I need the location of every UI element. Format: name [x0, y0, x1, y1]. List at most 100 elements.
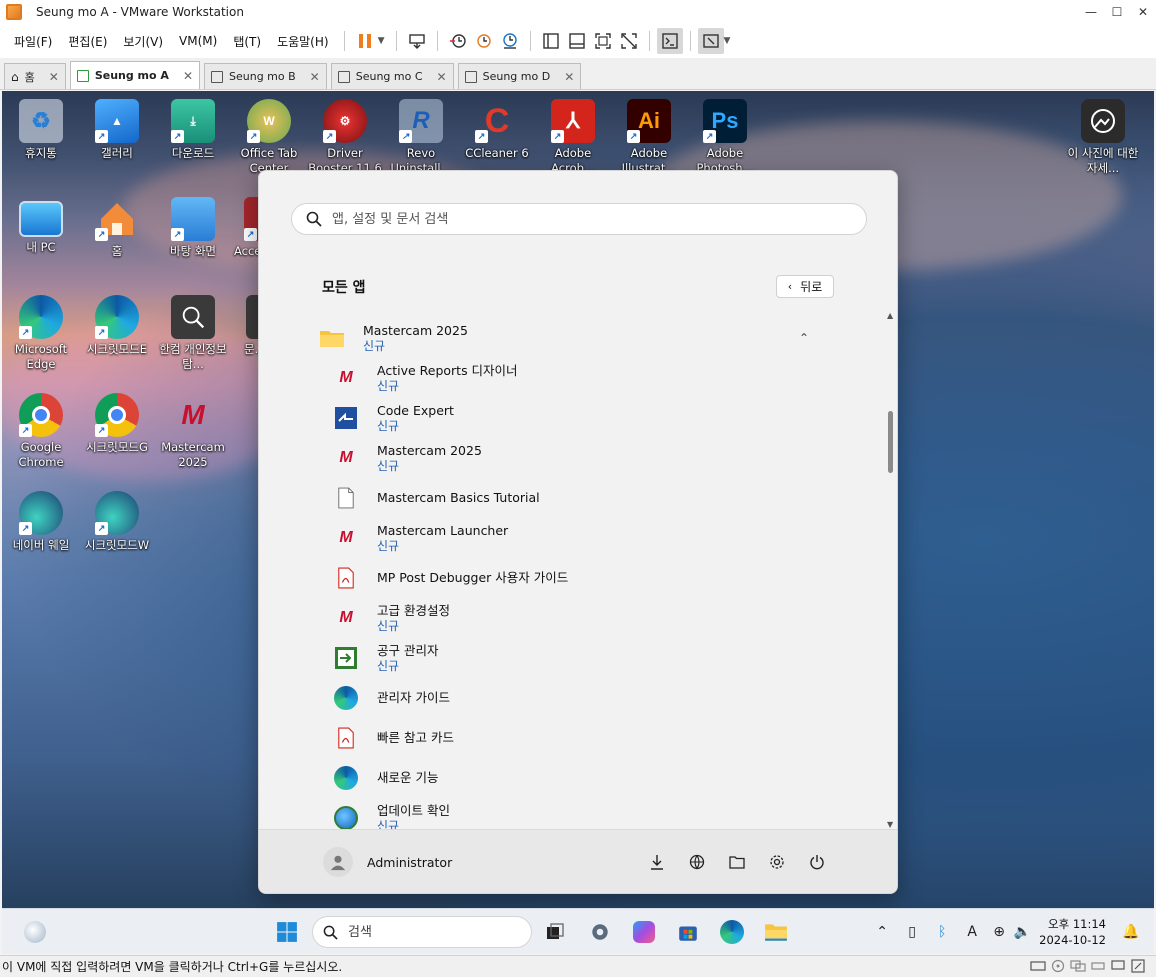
- all-apps-list[interactable]: Mastercam 2025 신규 ⌃ M Active Reports 디자이…: [259, 311, 885, 829]
- send-ctrl-alt-del-button[interactable]: [404, 28, 430, 54]
- app-tool-manager[interactable]: 공구 관리자 신규: [333, 639, 863, 677]
- widgets-button[interactable]: [18, 916, 52, 948]
- scrollbar-thumb[interactable]: [888, 411, 893, 473]
- show-hidden-icons-chevron-icon[interactable]: ⌃: [867, 924, 897, 940]
- desktop-icon-desktop-folder[interactable]: ↗ 바탕 화면: [156, 197, 230, 259]
- console-view-button[interactable]: [656, 28, 683, 54]
- chevron-up-icon[interactable]: ⌃: [799, 331, 809, 345]
- start-search-input[interactable]: [332, 211, 832, 227]
- taskbar-search-input[interactable]: [348, 924, 508, 940]
- desktop-icon-mastercam[interactable]: M Mastercam 2025: [156, 393, 230, 470]
- close-button[interactable]: ✕: [1130, 0, 1156, 24]
- desktop-icon-downloads[interactable]: ⤓ ↗ 다운로드: [156, 99, 230, 161]
- taskbar-clock[interactable]: 오후 11:14 2024-10-12: [1039, 916, 1106, 948]
- desktop-icon-driver-booster[interactable]: ⚙ ↗ Driver Booster 11.6: [308, 99, 382, 176]
- hard-disk-icon[interactable]: [1028, 959, 1048, 973]
- desktop-icon-naver-whale[interactable]: ↗ 네이버 웨일: [4, 491, 78, 553]
- take-snapshot-button[interactable]: [445, 28, 471, 54]
- unity-mode-button[interactable]: [616, 28, 642, 54]
- snapshot-manager-button[interactable]: [497, 28, 523, 54]
- back-button[interactable]: ‹ 뒤로: [776, 275, 834, 298]
- desktop-icon-acrobat[interactable]: ⅄ ↗ Adobe Acrob...: [536, 99, 610, 176]
- scroll-up-icon[interactable]: ▲: [887, 311, 893, 320]
- ime-mode-icon[interactable]: A: [957, 924, 987, 940]
- taskbar-copilot-button[interactable]: [627, 916, 661, 948]
- menu-vm[interactable]: VM(M): [171, 34, 225, 48]
- maximize-button[interactable]: ☐: [1104, 0, 1130, 24]
- taskbar-store-button[interactable]: [671, 916, 705, 948]
- scroll-down-icon[interactable]: ▼: [887, 820, 893, 829]
- app-advanced-settings[interactable]: M 고급 환경설정 신규: [333, 599, 863, 637]
- desktop-icon-home[interactable]: ↗ 홈: [80, 197, 154, 259]
- bluetooth-icon[interactable]: ᛒ: [927, 924, 957, 940]
- app-code-expert[interactable]: Code Expert 신규: [333, 399, 863, 437]
- user-account-button[interactable]: Administrator: [323, 847, 452, 877]
- app-active-reports-designer[interactable]: M Active Reports 디자이너 신규: [333, 359, 863, 397]
- close-tab-icon[interactable]: ✕: [564, 70, 574, 84]
- display-icon[interactable]: [1108, 959, 1128, 973]
- desktop-icon-ccleaner[interactable]: C ↗ CCleaner 6: [460, 99, 534, 161]
- menu-edit[interactable]: 편집(E): [60, 33, 115, 50]
- full-screen-button[interactable]: [590, 28, 616, 54]
- desktop-icon-chrome-private[interactable]: ↗ 시크릿모드G: [80, 393, 154, 455]
- stretch-guest-button[interactable]: [697, 28, 724, 54]
- menu-view[interactable]: 보기(V): [115, 33, 171, 50]
- desktop-icon-recycle-bin[interactable]: ♻ 휴지통: [4, 99, 78, 161]
- desktop-icon-edge-private[interactable]: ↗ 시크릿모드E: [80, 295, 154, 357]
- menu-tabs[interactable]: 탭(T): [225, 33, 269, 50]
- tab-seung-mo-a[interactable]: Seung mo A ✕: [69, 61, 200, 89]
- app-list-scrollbar[interactable]: ▲ ▼: [886, 311, 896, 829]
- app-mp-post-debugger-guide[interactable]: MP Post Debugger 사용자 가이드: [333, 559, 863, 597]
- desktop-icon-whale-private[interactable]: ↗ 시크릿모드W: [80, 491, 154, 553]
- network-icon[interactable]: [677, 850, 717, 874]
- desktop-icon-photoshop[interactable]: Ps ↗ Adobe Photosh...: [688, 99, 762, 176]
- desktop-icon-photo-info[interactable]: 이 사진에 대한 자세...: [1066, 99, 1140, 176]
- file-explorer-icon[interactable]: [717, 850, 757, 874]
- desktop-icon-edge[interactable]: ↗ Microsoft Edge: [4, 295, 78, 372]
- volume-icon[interactable]: 🔈: [1011, 924, 1033, 940]
- close-tab-icon[interactable]: ✕: [310, 70, 320, 84]
- taskbar-explorer-button[interactable]: [759, 916, 793, 948]
- taskbar-settings-button[interactable]: [583, 916, 617, 948]
- settings-gear-icon[interactable]: [757, 850, 797, 874]
- start-button[interactable]: [270, 916, 304, 948]
- usb-icon[interactable]: [1088, 959, 1108, 973]
- power-icon[interactable]: [797, 850, 837, 874]
- app-whats-new[interactable]: 새로운 기능: [333, 759, 863, 797]
- app-quick-reference-card[interactable]: 빠른 참고 카드: [333, 719, 863, 757]
- tab-seung-mo-b[interactable]: Seung mo B ✕: [204, 63, 327, 89]
- close-tab-icon[interactable]: ✕: [183, 69, 193, 83]
- vmware-app-icon[interactable]: [6, 4, 22, 20]
- desktop-icon-chrome[interactable]: ↗ Google Chrome: [4, 393, 78, 470]
- network-icon[interactable]: ⊕: [987, 924, 1011, 940]
- app-folder-mastercam-2025[interactable]: Mastercam 2025 신규 ⌃: [319, 319, 849, 357]
- taskbar-search[interactable]: [312, 916, 532, 948]
- task-view-button[interactable]: [538, 916, 572, 948]
- menu-help[interactable]: 도움말(H): [269, 33, 337, 50]
- message-log-icon[interactable]: [1128, 959, 1148, 973]
- desktop-icon-hancom-privacy[interactable]: 한컴 개인정보탐...: [156, 295, 230, 372]
- close-tab-icon[interactable]: ✕: [49, 70, 59, 84]
- show-library-button[interactable]: [538, 28, 564, 54]
- revert-snapshot-button[interactable]: [471, 28, 497, 54]
- desktop-icon-illustrator[interactable]: Ai ↗ Adobe Illustrat...: [612, 99, 686, 176]
- app-mastercam-launcher[interactable]: M Mastercam Launcher 신규: [333, 519, 863, 557]
- tab-seung-mo-d[interactable]: Seung mo D ✕: [457, 63, 582, 89]
- taskbar-edge-button[interactable]: [715, 916, 749, 948]
- cd-rom-icon[interactable]: [1048, 959, 1068, 973]
- start-search-box[interactable]: [291, 203, 867, 235]
- notification-bell-icon[interactable]: 🔔: [1116, 924, 1146, 940]
- pause-button[interactable]: [352, 28, 378, 54]
- minimize-button[interactable]: —: [1078, 0, 1104, 24]
- show-thumbnail-bar-button[interactable]: [564, 28, 590, 54]
- close-tab-icon[interactable]: ✕: [437, 70, 447, 84]
- stretch-dropdown-icon[interactable]: ▼: [724, 36, 731, 46]
- desktop-icon-revo[interactable]: R ↗ Revo Uninstall...: [384, 99, 458, 176]
- desktop-icon-this-pc[interactable]: 내 PC: [4, 197, 78, 255]
- menu-file[interactable]: 파일(F): [6, 33, 60, 50]
- desktop-icon-gallery[interactable]: ▲ ↗ 갤러리: [80, 99, 154, 161]
- desktop-icon-office-tab[interactable]: W ↗ Office Tab Center: [232, 99, 306, 176]
- app-mastercam-2025[interactable]: M Mastercam 2025 신규: [333, 439, 863, 477]
- app-mastercam-basics-tutorial[interactable]: Mastercam Basics Tutorial: [333, 479, 863, 517]
- downloads-icon[interactable]: [637, 850, 677, 874]
